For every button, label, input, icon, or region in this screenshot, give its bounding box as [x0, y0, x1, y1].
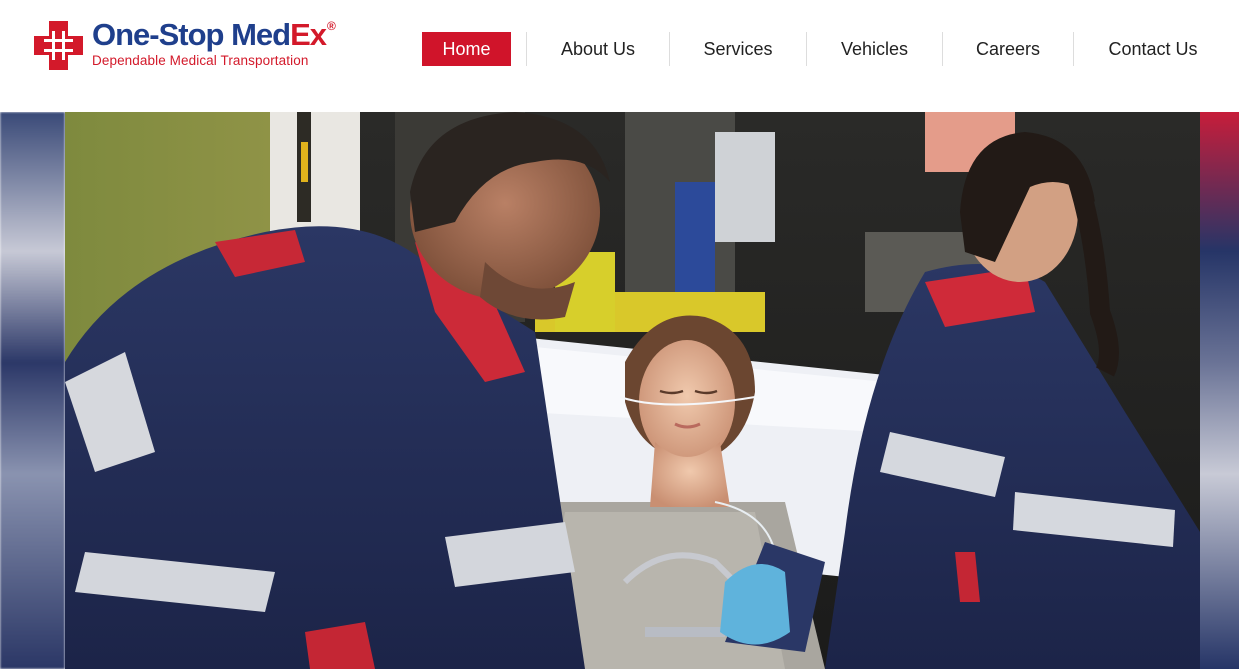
hero-banner — [0, 112, 1239, 669]
main-nav: Home About Us Services Vehicles Careers … — [0, 0, 1239, 112]
nav-item-careers[interactable]: Careers — [962, 32, 1054, 66]
nav-divider — [526, 32, 527, 66]
nav-item-contact-us[interactable]: Contact Us — [1093, 32, 1213, 66]
hero-image — [65, 112, 1200, 669]
nav-item-services[interactable]: Services — [690, 32, 786, 66]
nav-item-about-us[interactable]: About Us — [546, 32, 650, 66]
nav-divider — [942, 32, 943, 66]
nav-item-vehicles[interactable]: Vehicles — [828, 32, 921, 66]
nav-item-home[interactable]: Home — [422, 32, 511, 66]
nav-divider — [806, 32, 807, 66]
site-header: One-Stop MedEx® Dependable Medical Trans… — [0, 0, 1239, 112]
slider-prev-slide-preview[interactable] — [0, 112, 65, 669]
slider-next-slide-preview[interactable] — [1200, 112, 1239, 669]
nav-divider — [669, 32, 670, 66]
nav-divider — [1073, 32, 1074, 66]
